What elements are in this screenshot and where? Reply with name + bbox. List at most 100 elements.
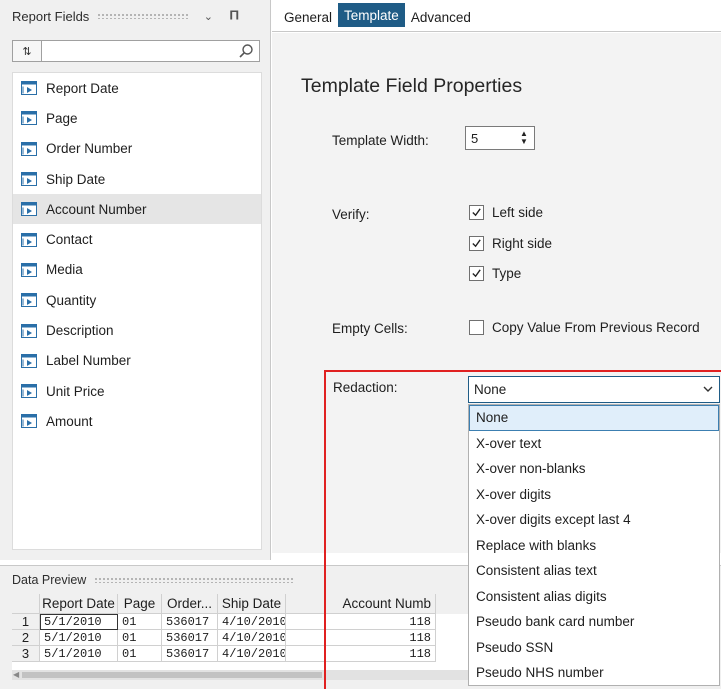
redaction-option[interactable]: Pseudo NHS number <box>469 660 719 686</box>
redaction-selected-value: None <box>474 382 507 397</box>
field-icon <box>21 111 37 126</box>
table-cell[interactable]: 536017 <box>162 646 218 662</box>
redaction-option[interactable]: None <box>469 405 719 431</box>
row-number: 3 <box>12 646 40 662</box>
checkbox-box[interactable] <box>469 320 484 335</box>
redaction-option[interactable]: Pseudo bank card number <box>469 609 719 635</box>
field-item[interactable]: Account Number <box>13 194 261 225</box>
field-item[interactable]: Amount <box>13 406 261 436</box>
redaction-option[interactable]: X-over digits except last 4 <box>469 507 719 533</box>
field-item[interactable]: Label Number <box>13 346 261 376</box>
table-cell[interactable]: 01 <box>118 630 162 646</box>
column-header[interactable]: Page <box>118 594 162 614</box>
field-item[interactable]: Report Date <box>13 73 261 103</box>
column-header[interactable]: Ship Date <box>218 594 286 614</box>
field-item[interactable]: Unit Price <box>13 376 261 406</box>
verify-type-checkbox[interactable]: Type <box>469 266 521 281</box>
table-cell[interactable]: 118 <box>286 614 436 630</box>
table-cell[interactable]: 01 <box>118 614 162 630</box>
data-preview-header-row: Report Date Page Order... Ship Date Account … <box>12 594 472 614</box>
row-number-header <box>12 594 40 614</box>
field-label: Ship Date <box>46 171 106 187</box>
report-fields-toolbar: ⇅ <box>12 40 260 62</box>
table-cell[interactable]: 118 <box>286 630 436 646</box>
redaction-option[interactable]: Replace with blanks <box>469 533 719 559</box>
chevron-down-icon[interactable]: ⌄ <box>201 10 215 23</box>
sort-button[interactable]: ⇅ <box>12 40 42 62</box>
field-icon <box>21 141 37 156</box>
tab-general[interactable]: General <box>280 3 336 31</box>
field-item[interactable]: Media <box>13 255 261 285</box>
pin-icon[interactable]: 𝚷 <box>227 8 241 24</box>
redaction-option[interactable]: X-over digits <box>469 482 719 508</box>
field-item[interactable]: Quantity <box>13 285 261 315</box>
sort-icon: ⇅ <box>22 45 32 58</box>
panel-drag-grip[interactable] <box>97 13 190 19</box>
data-preview-rows: Report Date Page Order... Ship Date Account … <box>12 594 472 662</box>
field-item[interactable]: Contact <box>13 224 261 254</box>
field-label: Amount <box>46 413 93 429</box>
stepper-arrows-icon[interactable]: ▲ ▼ <box>520 130 528 146</box>
field-label: Unit Price <box>46 383 105 399</box>
table-row[interactable]: 2 5/1/2010 01 536017 4/10/2010 118 <box>12 630 472 646</box>
horizontal-scrollbar[interactable]: ◀ <box>12 670 472 680</box>
template-width-stepper[interactable]: 5 ▲ ▼ <box>465 126 535 150</box>
table-cell[interactable]: 5/1/2010 <box>40 614 118 630</box>
checkbox-label: Left side <box>492 205 544 220</box>
table-cell[interactable]: 4/10/2010 <box>218 614 286 630</box>
report-fields-panel: Report Fields ⌄ 𝚷 ⇅ Report Date Page Order… <box>0 0 271 560</box>
checkbox-box[interactable] <box>469 235 484 251</box>
table-cell[interactable]: 536017 <box>162 630 218 646</box>
table-cell[interactable]: 01 <box>118 646 162 662</box>
verify-left-side-checkbox[interactable]: Left side <box>469 205 543 220</box>
field-label: Quantity <box>46 292 97 308</box>
scrollbar-thumb[interactable] <box>22 672 322 678</box>
field-icon <box>21 172 37 187</box>
checkmark-icon <box>472 238 481 247</box>
checkbox-box[interactable] <box>469 205 484 220</box>
verify-right-side-checkbox[interactable]: Right side <box>469 235 553 251</box>
column-header[interactable]: Account Numb <box>286 594 436 614</box>
report-fields-list: Report Date Page Order Number Ship Date Acco… <box>12 72 262 550</box>
column-header[interactable]: Order... <box>162 594 218 614</box>
table-cell[interactable]: 536017 <box>162 614 218 630</box>
field-icon <box>21 262 37 277</box>
tab-advanced[interactable]: Advanced <box>407 3 475 31</box>
scroll-left-icon[interactable]: ◀ <box>13 670 19 679</box>
chevron-down-icon[interactable] <box>703 386 713 393</box>
table-cell[interactable]: 4/10/2010 <box>218 646 286 662</box>
redaction-option[interactable]: X-over text <box>469 431 719 457</box>
redaction-options-list: None X-over text X-over non-blanks X-over d… <box>468 404 720 686</box>
table-cell[interactable]: 4/10/2010 <box>218 630 286 646</box>
table-cell[interactable]: 5/1/2010 <box>40 630 118 646</box>
checkbox-label: Right side <box>492 235 553 251</box>
table-cell[interactable]: 118 <box>286 646 436 662</box>
field-item[interactable]: Description <box>13 315 261 345</box>
redaction-select[interactable]: None <box>468 376 720 403</box>
copy-value-label: Copy Value From Previous Record <box>492 320 700 335</box>
field-label: Page <box>46 110 78 126</box>
column-header[interactable]: Report Date <box>40 594 118 614</box>
field-label: Contact <box>46 232 93 248</box>
field-item[interactable]: Page <box>13 103 261 133</box>
redaction-label: Redaction: <box>333 380 398 395</box>
field-item[interactable]: Order Number <box>13 134 261 164</box>
verify-label: Verify: <box>332 207 370 222</box>
checkbox-box[interactable] <box>469 266 484 281</box>
field-item[interactable]: Ship Date <box>13 164 261 194</box>
table-row[interactable]: 3 5/1/2010 01 536017 4/10/2010 118 <box>12 646 472 662</box>
redaction-option[interactable]: Consistent alias text <box>469 558 719 584</box>
search-icon[interactable] <box>238 43 254 59</box>
template-width-label: Template Width: <box>332 133 429 148</box>
redaction-option[interactable]: Pseudo SSN <box>469 635 719 661</box>
redaction-option[interactable]: X-over non-blanks <box>469 456 719 482</box>
redaction-option[interactable]: Consistent alias digits <box>469 584 719 610</box>
table-cell[interactable]: 5/1/2010 <box>40 646 118 662</box>
field-search-input[interactable] <box>42 41 259 61</box>
field-icon <box>21 414 37 429</box>
copy-value-checkbox[interactable]: Copy Value From Previous Record <box>469 320 700 335</box>
tab-template[interactable]: Template <box>338 3 405 27</box>
field-label: Description <box>46 323 114 339</box>
table-row[interactable]: 1 5/1/2010 01 536017 4/10/2010 118 <box>12 614 472 630</box>
panel-drag-grip[interactable] <box>94 577 295 583</box>
